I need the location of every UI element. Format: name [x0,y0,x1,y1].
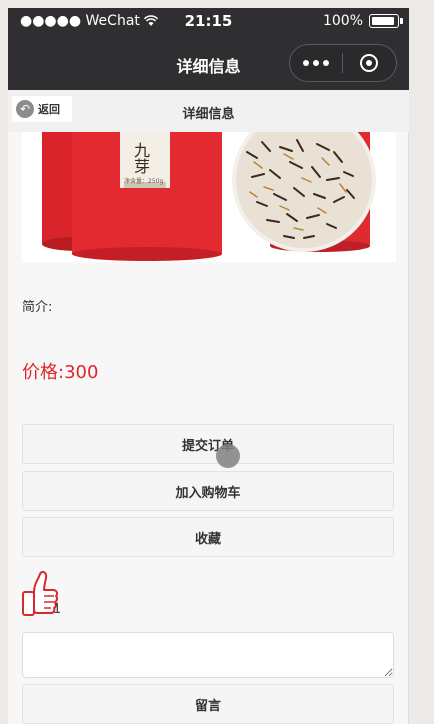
product-label-text: 九芽 [131,142,150,174]
message-input[interactable] [22,632,394,678]
mini-program-capsule [289,44,397,82]
add-to-cart-button[interactable]: 加入购物车 [22,471,394,511]
more-dot-icon [303,60,309,66]
target-close-icon [360,54,378,72]
like-count: 1 [53,602,62,617]
product-label-small-text: 净含量：250g [124,178,164,185]
price-label: 价格:300 [22,362,99,383]
leave-message-button[interactable]: 留言 [22,684,394,724]
product-image: 九芽 净含量：250g [22,132,396,262]
more-button[interactable] [290,45,342,81]
page-header: ↶ 返回 详细信息 [8,90,409,132]
page-title: 详细信息 [182,107,235,122]
nav-bar: 详细信息 [8,36,409,90]
scrollbar[interactable] [408,132,409,724]
more-dot-icon [323,60,329,66]
close-button[interactable] [343,45,395,81]
phone-screen: ●●●●● WeChat 21:15 100% 详细信息 ↶ 返回 详细信息 九… [8,8,409,724]
status-bar: ●●●●● WeChat 21:15 100% [8,8,409,36]
status-battery-group: 100% [322,13,403,29]
intro-label: 简介: [22,300,53,315]
favorite-button[interactable]: 收藏 [22,517,394,557]
battery-percent: 100% [322,13,363,29]
submit-order-button[interactable]: 提交订单 [22,424,394,464]
touch-indicator [216,444,240,468]
more-dot-icon [313,60,319,66]
battery-icon [369,14,403,28]
